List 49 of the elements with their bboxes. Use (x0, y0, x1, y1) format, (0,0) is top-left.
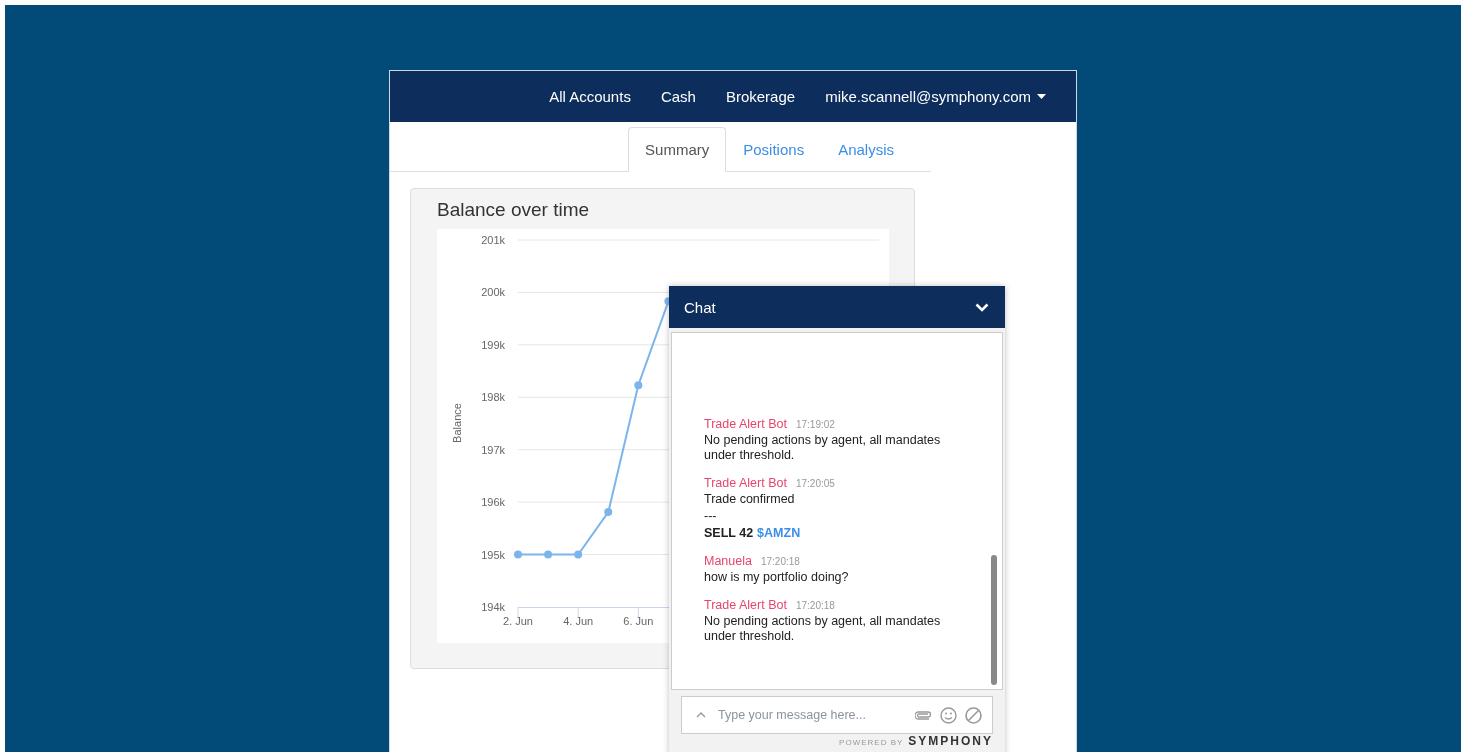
y-tick-label: 195k (481, 548, 505, 561)
chat-title: Chat (684, 298, 716, 316)
data-point (544, 550, 553, 559)
nav-link[interactable]: All Accounts (549, 88, 631, 105)
message-text: --- (704, 509, 717, 523)
y-axis-title: Balance (451, 403, 463, 443)
smiley-icon[interactable] (940, 706, 957, 724)
sender-name: Manuela (704, 554, 752, 568)
sender-name: Trade Alert Bot (704, 417, 787, 431)
message-text: how is my portfolio doing? (704, 570, 849, 584)
x-tick-label: 4. Jun (563, 615, 594, 627)
user-menu[interactable]: mike.scannell@symphony.com (825, 88, 1046, 105)
y-tick-label: 200k (481, 286, 505, 299)
message-text: SELL 42 (704, 526, 754, 540)
y-tick-label: 201k (481, 234, 505, 246)
x-tick-label: 6. Jun (623, 615, 654, 627)
y-tick-label: 198k (481, 391, 505, 404)
caret-icon (1037, 94, 1046, 99)
scrollbar[interactable] (991, 555, 997, 685)
data-point (514, 550, 522, 559)
message-text: No pending actions by agent, all mandates under threshold. (704, 433, 941, 462)
tab[interactable]: Positions (726, 127, 822, 172)
card-title: Balance over time (437, 198, 591, 222)
message-time: 17:20:05 (795, 478, 835, 489)
data-point (574, 550, 583, 559)
nav-link[interactable]: Cash (660, 88, 696, 105)
chevron-down-icon[interactable] (975, 302, 989, 312)
y-tick-label: 197k (481, 443, 505, 456)
data-point (634, 381, 643, 390)
caret-up-icon[interactable] (696, 712, 706, 718)
data-point (604, 508, 613, 517)
tab[interactable]: Summary (628, 127, 727, 172)
message-time: 17:20:18 (760, 556, 800, 567)
brand-name: SYMPHONY (908, 735, 993, 747)
message-input[interactable]: Type your message here... (714, 708, 907, 722)
sender-name: Trade Alert Bot (704, 476, 787, 490)
prohibited-icon[interactable] (965, 706, 982, 724)
nav-link[interactable]: Brokerage (725, 88, 796, 105)
y-tick-label: 196k (481, 496, 505, 509)
message-text: Trade confirmed (704, 492, 795, 506)
paperclip-icon[interactable] (915, 710, 932, 720)
message-text: No pending actions by agent, all mandates under threshold. (704, 614, 941, 643)
sender-name: Trade Alert Bot (704, 598, 787, 612)
powered-by-label: POWERED BY (839, 737, 904, 749)
message-time: 17:20:18 (795, 600, 835, 611)
y-tick-label: 194k (481, 601, 505, 613)
message-time: 17:19:02 (795, 419, 835, 430)
x-tick-label: 2. Jun (503, 615, 533, 627)
y-tick-label: 199k (481, 338, 505, 351)
